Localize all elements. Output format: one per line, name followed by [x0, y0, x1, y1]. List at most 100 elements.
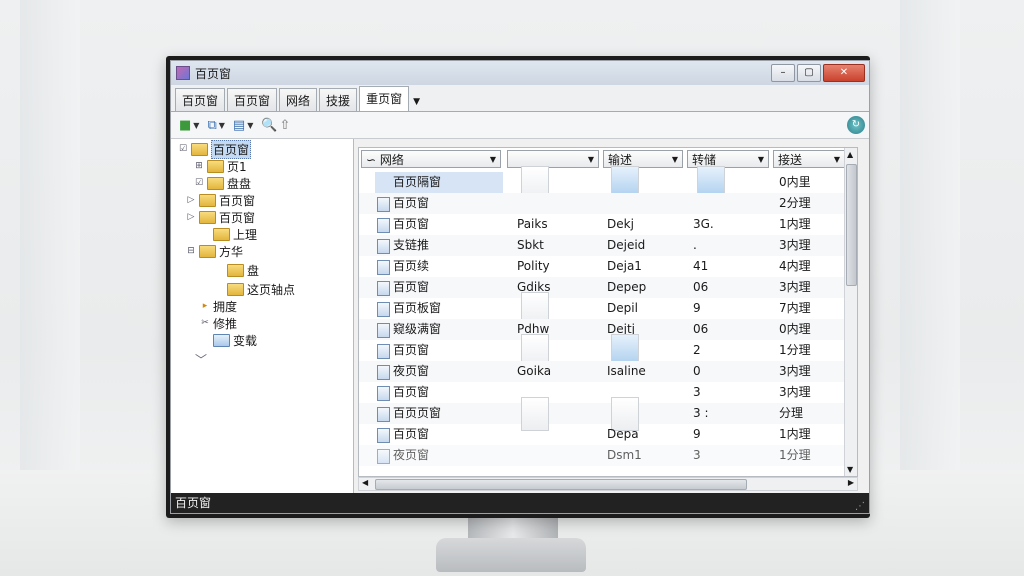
close-button[interactable]: ✕ [823, 64, 865, 82]
row-type: Polity [517, 259, 550, 273]
up-arrow-icon[interactable]: ⇧ [280, 118, 291, 133]
vertical-scroll-thumb[interactable] [846, 164, 857, 286]
row-value: 1分理 [779, 343, 811, 357]
table-row[interactable]: 百页窗 Paiks Dekj 3G. 1内理 [359, 214, 847, 235]
column-header-name[interactable]: ∽ 网络 ▼ [361, 150, 501, 168]
copy-icon[interactable]: ⧉ [207, 118, 216, 133]
dropdown-arrow-icon[interactable]: ▼ [247, 121, 253, 130]
row-desc: Dejeid [607, 238, 646, 252]
status-bar: 百页窗 ⋰ [171, 493, 869, 513]
tab-2[interactable]: 百页窗 [227, 88, 278, 111]
dropdown-arrow-icon[interactable]: ▼ [193, 121, 199, 130]
table-row[interactable]: 百页窗 Gdiks Depep 06 3内理 [359, 277, 847, 298]
table-row[interactable]: 夜页窗 Goika Isaline 0 3内理 [359, 361, 847, 382]
maximize-button[interactable]: ▢ [797, 64, 821, 82]
tree-item-label: 上理 [233, 227, 258, 242]
scroll-right-icon[interactable]: ▶ [848, 478, 854, 487]
tree-item[interactable]: 变载 [199, 332, 257, 348]
window-controls: – ▢ ✕ [769, 64, 865, 82]
chevron-down-icon: ▼ [489, 154, 496, 164]
table-row[interactable]: 夜页窗 Dsm1 3 1分理 [359, 445, 847, 466]
resize-grip-icon[interactable]: ⋰ [855, 497, 865, 513]
tab-3[interactable]: 网络 [279, 88, 318, 111]
refresh-icon[interactable]: ↻ [847, 116, 865, 134]
chevron-down-icon: ▼ [587, 154, 594, 164]
tree-item[interactable]: ▸ 拥度 [199, 298, 237, 314]
tree-item-label: 页1 [227, 159, 247, 174]
background-panel [20, 0, 80, 470]
scroll-left-icon[interactable]: ◀ [362, 478, 368, 487]
row-value: 3内理 [779, 280, 811, 294]
row-size: 06 [693, 322, 709, 336]
table-row[interactable]: 百页窗 2 1分理 [359, 334, 847, 368]
new-folder-icon[interactable]: ■ [179, 118, 191, 133]
horizontal-scroll-thumb[interactable] [375, 479, 747, 490]
tab-5-active[interactable]: 重页窗 [359, 86, 410, 111]
table-row[interactable]: 百页窗 Depa 9 1内理 [359, 424, 847, 445]
scroll-up-icon[interactable]: ▲ [847, 150, 853, 159]
play-icon[interactable]: ▸ [199, 301, 211, 311]
expand-arrow-icon[interactable]: ▷ [185, 195, 197, 205]
scroll-down-icon[interactable]: ▼ [847, 465, 853, 474]
folder-icon [207, 176, 224, 190]
row-name: 百页板窗 [393, 301, 442, 315]
row-name: 支链推 [393, 238, 430, 252]
column-header-label: ∽ 网络 [366, 152, 404, 167]
expand-arrow-icon[interactable]: ▷ [185, 212, 197, 222]
window-title: 百页窗 [195, 66, 232, 81]
scissors-icon[interactable]: ✂ [199, 318, 211, 328]
vertical-scrollbar[interactable]: ▲ ▼ [844, 148, 857, 476]
tab-1[interactable]: 百页窗 [175, 88, 226, 111]
row-desc: Deja1 [607, 259, 642, 273]
row-size: 3 [693, 385, 701, 399]
tree-item[interactable]: ▷ 百页窗 [185, 192, 255, 208]
row-size: 9 [693, 301, 701, 315]
tree-item-label: 变载 [233, 333, 258, 348]
checkbox-icon[interactable]: ☑ [193, 178, 205, 188]
tab-4[interactable]: 技援 [319, 88, 358, 111]
dropdown-arrow-icon[interactable]: ▼ [219, 121, 225, 130]
row-size: 2 [693, 343, 701, 357]
tree-item[interactable]: ✂ 修推 [199, 315, 237, 331]
tab-overflow-chevron-icon[interactable]: ▼ [411, 97, 424, 111]
checkbox-icon[interactable]: ☑ [177, 144, 189, 154]
tree-item[interactable]: ⊟ 方华 [185, 243, 243, 259]
tree-item[interactable]: 上理 [199, 226, 257, 242]
tree-item[interactable]: ▷ 百页窗 [185, 209, 255, 225]
chevron-down-icon: ▼ [671, 154, 678, 164]
tree-item[interactable]: ⊞ 页1 [193, 158, 247, 174]
table-row[interactable]: 百页隔窗 0内里 [359, 166, 847, 200]
table-row[interactable]: 窥级满窗 Pdhw Dejtj 06 0内理 [359, 319, 847, 340]
row-name: 百页隔窗 [375, 172, 503, 193]
tree-scroll-chevron-down-icon[interactable]: ﹀ [195, 351, 207, 367]
folder-icon [199, 193, 216, 207]
paste-icon[interactable]: ▤ [233, 118, 245, 133]
tree-item[interactable]: 盘 [213, 262, 259, 278]
row-name: 百页窗 [393, 427, 430, 441]
search-icon[interactable]: 🔍 [261, 118, 277, 133]
tree-item-root[interactable]: ☑ 百页窗 [177, 139, 252, 159]
table-row[interactable]: 百页板窗 Depil 9 7内理 [359, 292, 847, 326]
collapse-icon[interactable]: ⊟ [185, 246, 197, 256]
table-row[interactable]: 百页续 Polity Deja1 41 4内理 [359, 256, 847, 277]
expand-icon[interactable]: ⊞ [193, 161, 205, 171]
title-bar[interactable]: 百页窗 – ▢ ✕ [171, 61, 869, 85]
table-row[interactable]: 支链推 Sbkt Dejeid. 3内理 [359, 235, 847, 256]
table-row[interactable]: 百页窗 2分理 [359, 193, 847, 214]
chevron-down-icon: ▼ [757, 154, 764, 164]
tree-item[interactable]: ☑ 盘盘 [193, 175, 251, 191]
row-size: 41 [693, 259, 709, 273]
row-size: 9 [693, 427, 701, 441]
horizontal-scrollbar[interactable]: ◀ ▶ [358, 477, 858, 491]
app-icon [176, 66, 190, 80]
row-name: 百页窗 [393, 196, 430, 210]
tree-item[interactable]: 这页轴点 [213, 281, 295, 297]
tree-item-label: 方华 [219, 244, 244, 259]
column-header-send[interactable]: 接送 ▼ [773, 150, 845, 168]
row-name: 百页窗 [393, 280, 430, 294]
row-value: 1分理 [779, 448, 811, 462]
table-row[interactable]: 百页页窗 3 : 分理 [359, 397, 847, 431]
minimize-button[interactable]: – [771, 64, 795, 82]
row-value: 3内理 [779, 385, 811, 399]
table-row[interactable]: 百页窗 3 3内理 [359, 382, 847, 403]
